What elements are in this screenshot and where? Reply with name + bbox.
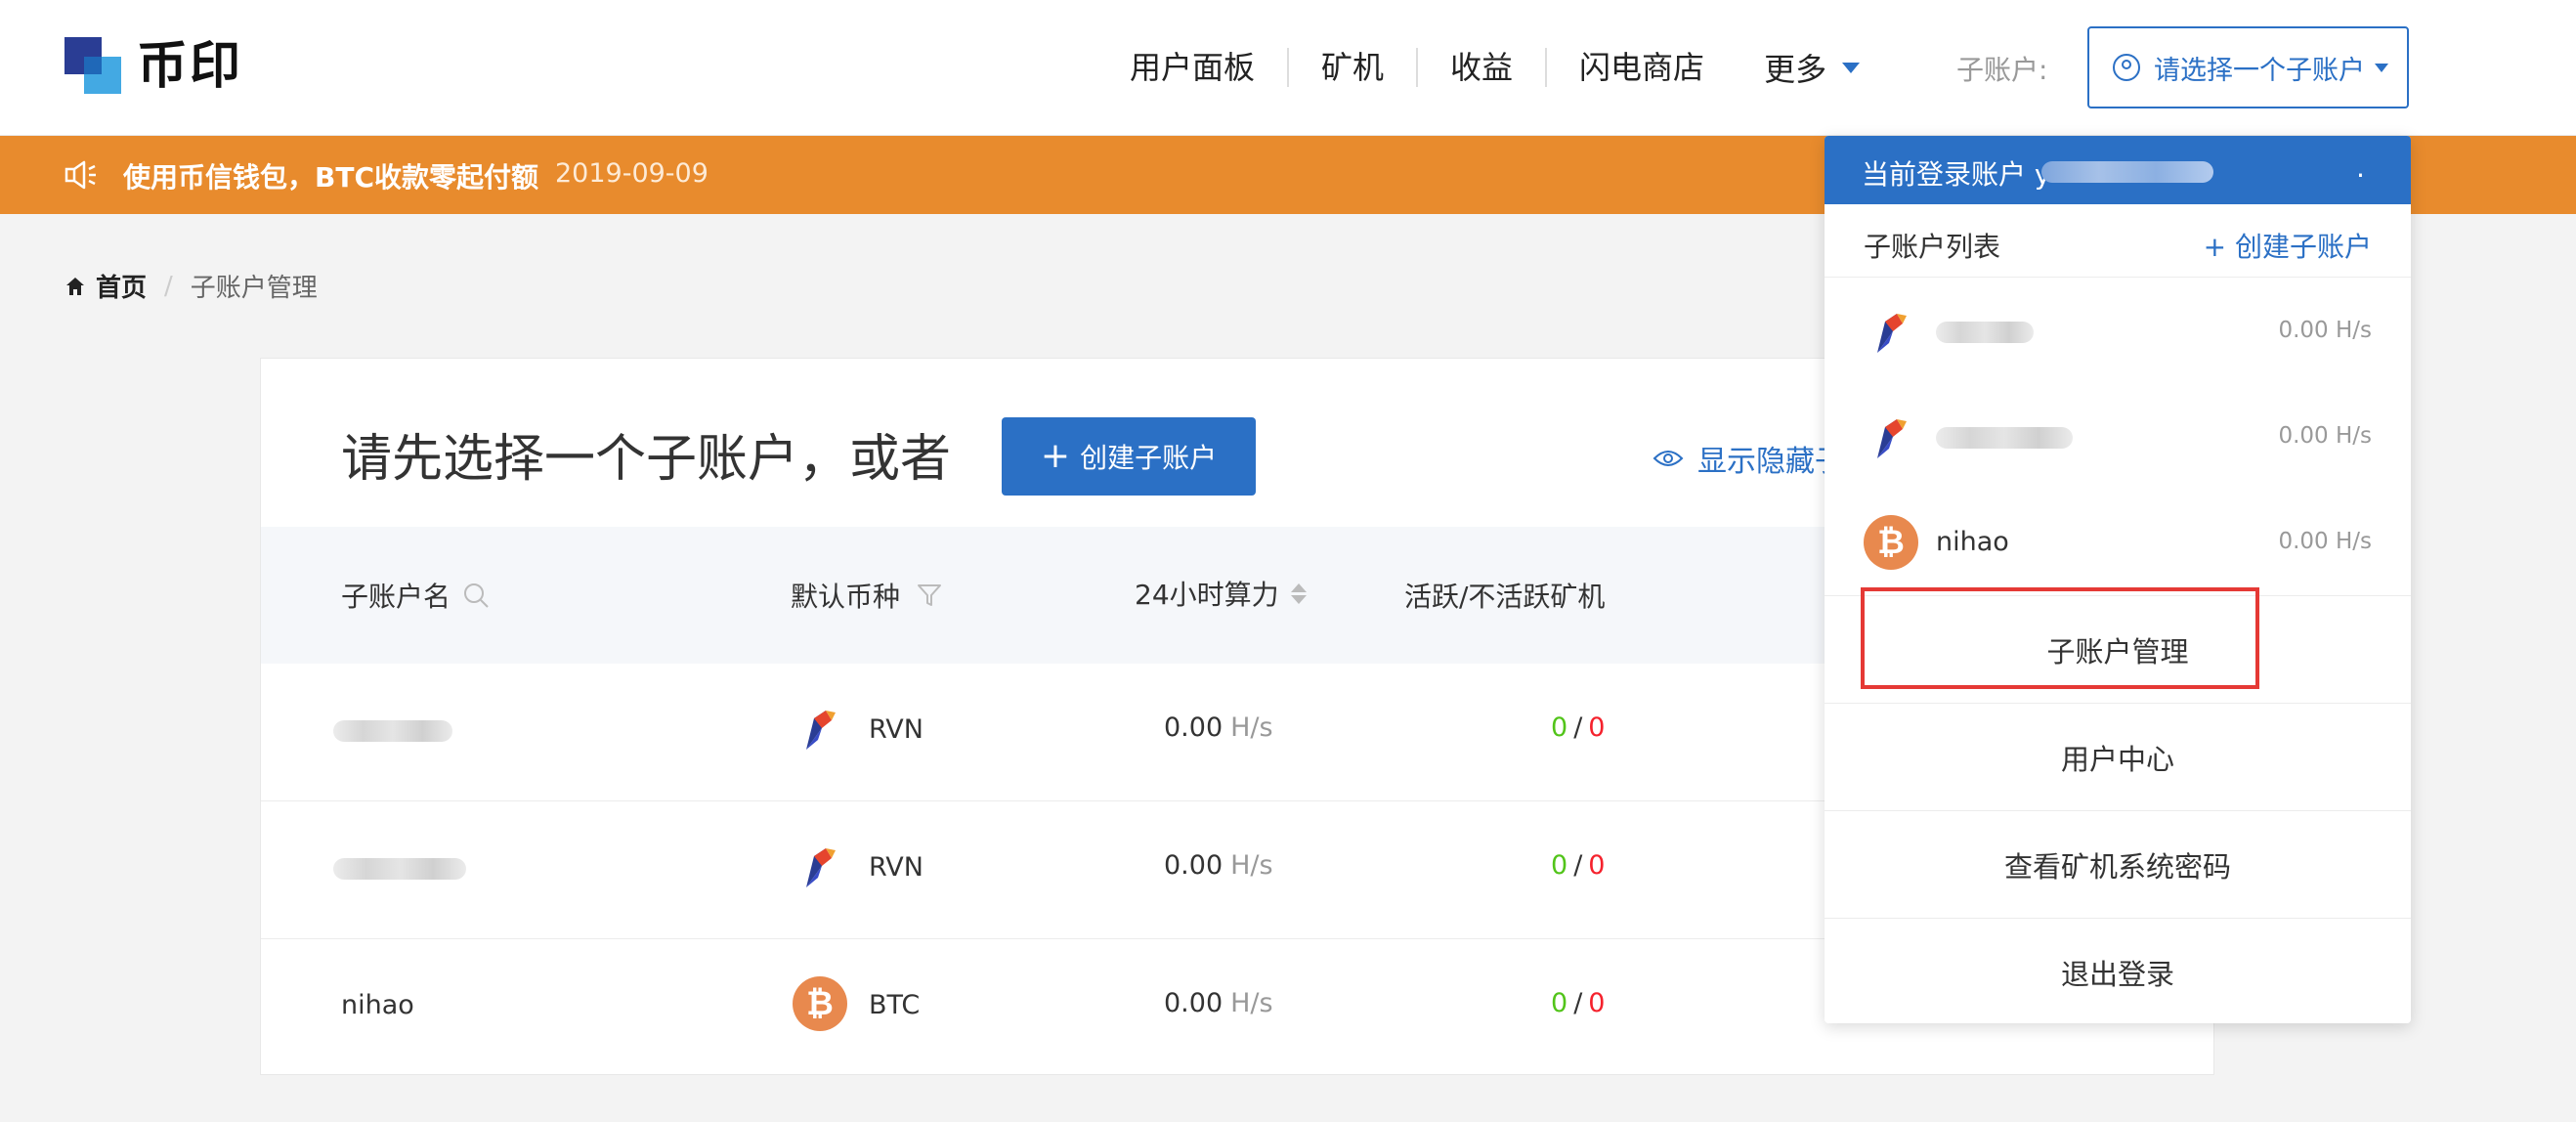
- logo-square-overlap: [84, 57, 102, 74]
- current-login-suffix: .: [2356, 151, 2365, 184]
- sub-account-option-hashrate: 0.00 H/s: [2278, 423, 2372, 449]
- breadcrumb-separator: /: [164, 271, 173, 301]
- ravencoin-icon: [1877, 419, 1907, 458]
- sort-icon[interactable]: [1290, 583, 1307, 604]
- breadcrumb-current: 子账户管理: [190, 274, 318, 303]
- active-count: 0: [1551, 988, 1568, 1018]
- search-icon[interactable]: [462, 582, 490, 609]
- show-hidden-toggle[interactable]: 显示隐藏子: [1653, 437, 1844, 480]
- sub-account-option-name: nihao: [1936, 527, 2009, 557]
- miners-count: 0/0: [1551, 712, 1605, 743]
- bitcoin-icon: ₿: [793, 976, 847, 1031]
- user-icon: [2113, 54, 2140, 81]
- speaker-icon: [64, 160, 96, 190]
- column-label: 默认币种: [791, 581, 901, 613]
- sub-account-name-redacted: [333, 856, 466, 886]
- sub-account-option[interactable]: 0.00 H/s: [1825, 279, 2411, 384]
- nav-item-dashboard[interactable]: 用户面板: [1114, 48, 1290, 87]
- hashrate-value: 0.00 H/s: [1164, 712, 1273, 743]
- menu-user-center[interactable]: 用户中心: [1825, 703, 2411, 810]
- sub-account-option-hashrate: 0.00 H/s: [2278, 318, 2372, 343]
- hashrate-number: 0.00: [1164, 712, 1224, 743]
- page-title: 请先选择一个子账户，或者: [341, 430, 952, 489]
- coin-name: RVN: [869, 714, 923, 745]
- highlight-box: [1861, 587, 2259, 689]
- column-24h-hashrate[interactable]: 24小时算力: [1135, 574, 1307, 613]
- ravencoin-icon: [1877, 314, 1907, 353]
- nav-more-menu[interactable]: 更多: [1737, 45, 1861, 90]
- sub-account-option-hashrate: 0.00 H/s: [2278, 529, 2372, 554]
- hashrate-unit: H/s: [1230, 988, 1273, 1018]
- column-label: 24小时算力: [1135, 579, 1279, 611]
- sub-account-list-title: 子账户列表: [1864, 231, 2001, 263]
- create-sub-account-label: 创建子账户: [1080, 442, 1218, 474]
- breadcrumb: 首页 / 子账户管理: [64, 268, 318, 304]
- current-login-header: 当前登录账户 y .: [1825, 136, 2411, 204]
- ravencoin-icon: [806, 848, 836, 887]
- separator: /: [1573, 850, 1583, 881]
- hashrate-unit: H/s: [1230, 850, 1273, 881]
- inactive-count: 0: [1588, 712, 1606, 743]
- separator: /: [1573, 712, 1583, 743]
- plus-icon: +: [1040, 436, 1071, 476]
- sub-account-select[interactable]: 请选择一个子账户: [2087, 26, 2409, 108]
- site-logo[interactable]: 币印: [64, 37, 260, 98]
- separator: /: [1573, 988, 1583, 1018]
- column-default-coin: 默认币种: [791, 576, 943, 615]
- sub-account-option[interactable]: 0.00 H/s: [1825, 384, 2411, 490]
- sub-account-option[interactable]: ₿ nihao 0.00 H/s: [1825, 490, 2411, 595]
- show-hidden-label: 显示隐藏子: [1697, 445, 1844, 479]
- inactive-count: 0: [1588, 850, 1606, 881]
- menu-view-miner-password[interactable]: 查看矿机系统密码: [1825, 810, 2411, 918]
- hashrate-value: 0.00 H/s: [1164, 850, 1273, 881]
- sub-account-name: nihao: [341, 990, 414, 1020]
- sub-account-dropdown: 当前登录账户 y . 子账户列表 + 创建子账户 0.00 H/s 0.00 H…: [1825, 136, 2411, 1023]
- nav-more-label: 更多: [1764, 51, 1827, 88]
- hashrate-value: 0.00 H/s: [1164, 988, 1273, 1018]
- sub-account-label: 子账户:: [1956, 54, 2048, 86]
- home-icon: [66, 277, 84, 295]
- eye-icon: [1653, 451, 1684, 466]
- create-sub-account-link[interactable]: + 创建子账户: [2204, 226, 2372, 265]
- sub-account-name-redacted: [333, 718, 452, 749]
- miners-count: 0/0: [1551, 850, 1605, 881]
- column-sub-account-name: 子账户名: [341, 576, 490, 615]
- breadcrumb-home[interactable]: 首页: [96, 268, 147, 304]
- banner-link[interactable]: 使用币信钱包，BTC收款零起付额: [123, 156, 538, 195]
- bitcoin-icon: ₿: [1864, 515, 1918, 570]
- active-count: 0: [1551, 712, 1568, 743]
- create-sub-account-button[interactable]: + 创建子账户: [1002, 417, 1256, 496]
- inactive-count: 0: [1588, 988, 1606, 1018]
- banner-date: 2019-09-09: [555, 158, 708, 189]
- sub-account-option-name-redacted: [1936, 425, 2073, 455]
- caret-down-icon: [2375, 63, 2388, 72]
- coin-name: RVN: [869, 852, 923, 883]
- top-header: 币印 用户面板 矿机 收益 闪电商店 更多 子账户: 请选择一个子账户: [0, 0, 2576, 136]
- current-login-label-text: 当前登录账户: [1862, 158, 2027, 191]
- current-login-label: 当前登录账户 y: [1862, 153, 2051, 193]
- main-nav: 用户面板 矿机 收益 闪电商店 更多: [1114, 39, 1861, 96]
- column-active-inactive: 活跃/不活跃矿机: [1404, 576, 1605, 615]
- hashrate-unit: H/s: [1230, 712, 1273, 743]
- hashrate-number: 0.00: [1164, 850, 1224, 881]
- nav-item-lightning-store[interactable]: 闪电商店: [1547, 48, 1737, 87]
- nav-item-earnings[interactable]: 收益: [1418, 48, 1548, 87]
- sub-account-option-name-redacted: [1936, 320, 2034, 350]
- nav-item-miners[interactable]: 矿机: [1289, 48, 1419, 87]
- current-login-redacted: [2041, 161, 2213, 183]
- sub-account-select-text: 请选择一个子账户: [2154, 55, 2365, 86]
- miners-count: 0/0: [1551, 988, 1605, 1018]
- brand-name: 币印: [137, 37, 243, 96]
- ravencoin-icon: [806, 711, 836, 750]
- coin-name: BTC: [869, 990, 921, 1020]
- sub-account-list-header: 子账户列表 + 创建子账户: [1825, 204, 2411, 278]
- column-label: 子账户名: [341, 581, 451, 613]
- filter-icon[interactable]: [916, 582, 943, 609]
- hashrate-number: 0.00: [1164, 988, 1224, 1018]
- column-label: 活跃/不活跃矿机: [1404, 581, 1606, 613]
- active-count: 0: [1551, 850, 1568, 881]
- menu-logout[interactable]: 退出登录: [1825, 918, 2411, 1025]
- caret-down-icon: [1842, 62, 1861, 73]
